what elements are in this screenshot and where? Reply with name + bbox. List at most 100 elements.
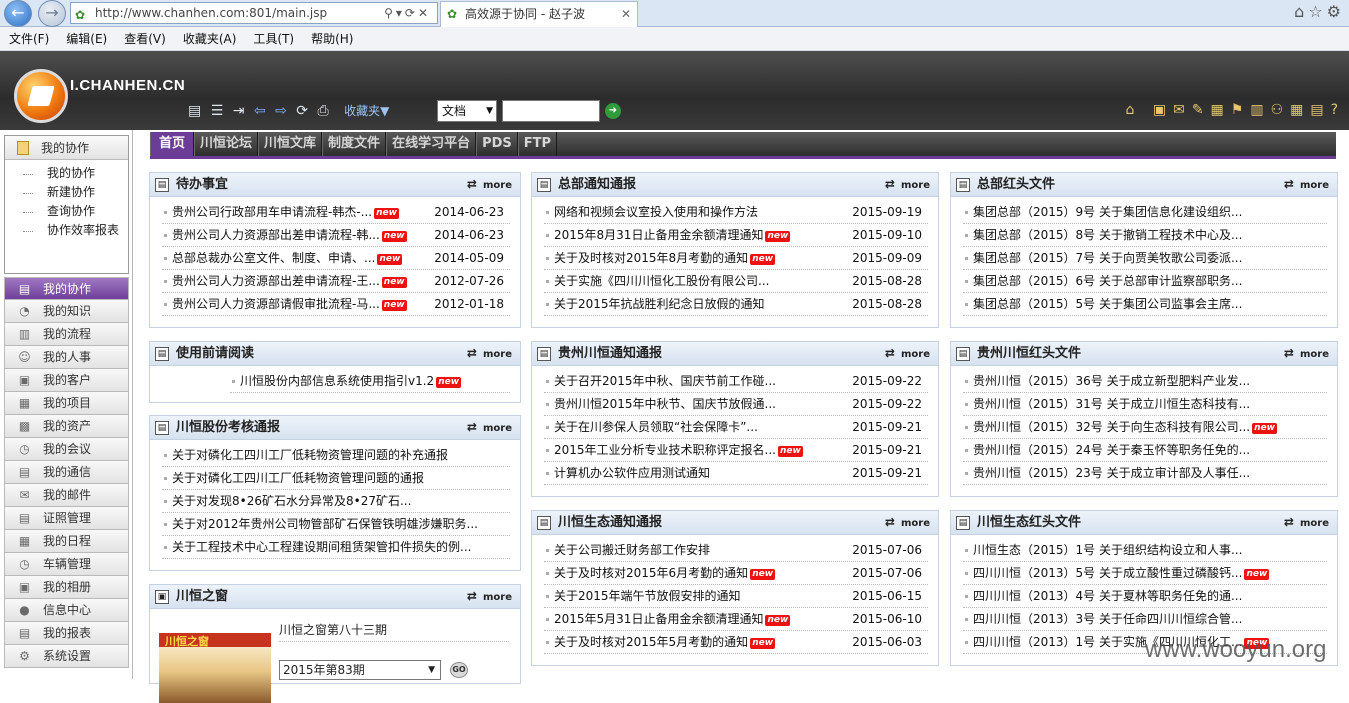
menu-item[interactable]: 帮助(H) [302, 27, 361, 51]
list-item-title[interactable]: 关于在川参保人员领取“社会保障卡”... [554, 420, 758, 434]
list-item-title[interactable]: 贵州川恒（2015）32号 关于向生态科技有限公司... [973, 420, 1250, 434]
list-item-title[interactable]: 川恒生态（2015）1号 关于组织结构设立和人事... [973, 543, 1242, 557]
nav-tab[interactable]: 首页 [150, 132, 195, 156]
back-arrow-icon[interactable]: ⇦ [254, 103, 266, 119]
search-go-icon[interactable]: ➜ [605, 103, 621, 119]
sidebar-item[interactable]: ◔ 我的知识 [4, 300, 129, 323]
list-item[interactable]: 关于2015年端午节放假安排的通知 2015-06-15 [544, 585, 928, 608]
detail-view-icon[interactable]: ☰ [211, 103, 224, 119]
tree-item-collab-report[interactable]: 协作效率报表 [23, 221, 128, 240]
sidebar-item[interactable]: ⚙ 系统设置 [4, 645, 129, 668]
list-item[interactable]: 关于召开2015年中秋、国庆节前工作碰... 2015-09-22 [544, 370, 928, 393]
list-item[interactable]: 关于及时核对2015年8月考勤的通知 new 2015-09-09 [544, 247, 928, 270]
list-item-title[interactable]: 关于对2012年贵州公司物管部矿石保管铁明雄涉嫌职务... [172, 517, 478, 531]
search-input[interactable] [502, 100, 600, 122]
list-item[interactable]: 四川川恒（2013）4号 关于夏林等职务任免的通... [963, 585, 1327, 608]
list-item-title[interactable]: 贵州公司人力资源部请假审批流程-马... [172, 297, 380, 311]
sidebar-item[interactable]: ▣ 我的客户 [4, 369, 129, 392]
nav-tab[interactable]: 川恒文库 [258, 132, 323, 156]
list-item-title[interactable]: 关于2015年端午节放假安排的通知 [554, 589, 741, 603]
more-link[interactable]: ⇄ more [1284, 511, 1329, 535]
back-button[interactable]: ← [4, 0, 32, 27]
list-item[interactable]: 贵州公司人力资源部出差申请流程-韩... new 2014-06-23 [162, 224, 510, 247]
list-item-title[interactable]: 2015年工业分析专业技术职称评定报名... [554, 443, 776, 457]
list-item-title[interactable]: 集团总部（2015）9号 关于集团信息化建设组织... [973, 205, 1242, 219]
sidebar-item[interactable]: ✉ 我的邮件 [4, 484, 129, 507]
list-item[interactable]: 总部总裁办公室文件、制度、申请、... new 2014-05-09 [162, 247, 510, 270]
list-item[interactable]: 四川川恒（2013）5号 关于成立酸性重过磷酸钙... new [963, 562, 1327, 585]
list-item[interactable]: 关于对发现8•26矿石水分异常及8•27矿石... [162, 490, 510, 513]
list-item[interactable]: 关于对2012年贵州公司物管部矿石保管铁明雄涉嫌职务... [162, 513, 510, 536]
sidebar-item[interactable]: ▩ 我的资产 [4, 415, 129, 438]
nav-tab[interactable]: FTP [517, 132, 558, 156]
list-item[interactable]: 关于及时核对2015年6月考勤的通知 new 2015-07-06 [544, 562, 928, 585]
list-item[interactable]: 川恒生态（2015）1号 关于组织结构设立和人事... [963, 539, 1327, 562]
more-link[interactable]: ⇄ more [467, 416, 512, 440]
list-item-title[interactable]: 贵州川恒（2015）31号 关于成立川恒生态科技有... [973, 397, 1250, 411]
list-item-title[interactable]: 关于召开2015年中秋、国庆节前工作碰... [554, 374, 776, 388]
refresh-icon[interactable]: ⟳ [296, 103, 308, 119]
list-item-title[interactable]: 关于对磷化工四川工厂低耗物资管理问题的通报 [172, 471, 424, 485]
menu-item[interactable]: 收藏夹(A) [174, 27, 245, 51]
nav-tab[interactable]: PDS [476, 132, 518, 156]
doc-type-select[interactable]: 文档 ▼ [437, 100, 497, 122]
list-item[interactable]: 贵州公司人力资源部请假审批流程-马... new 2012-01-18 [162, 293, 510, 316]
nav-tab[interactable]: 制度文件 [322, 132, 387, 156]
issue-go-button[interactable]: GO [450, 662, 468, 678]
list-item[interactable]: 关于及时核对2015年5月考勤的通知 new 2015-06-03 [544, 631, 928, 654]
header-shortcut-icons[interactable]: ⌂ ▣✉✎▦⚑▥⚇▦▤? [1126, 102, 1345, 118]
list-item-title[interactable]: 贵州川恒（2015）23号 关于成立审计部及人事任... [973, 466, 1250, 480]
sidebar-item[interactable]: ▦ 我的日程 [4, 530, 129, 553]
list-item[interactable]: 集团总部（2015）8号 关于撤销工程技术中心及... [963, 224, 1327, 247]
tab-close-icon[interactable]: ✕ [621, 2, 631, 26]
list-item-title[interactable]: 关于2015年抗战胜利纪念日放假的通知 [554, 297, 765, 311]
sidebar-box-header[interactable]: 我的协作 [5, 136, 128, 160]
list-item[interactable]: 四川川恒（2013）3号 关于任命四川川恒综合管... [963, 608, 1327, 631]
issue-select[interactable]: 2015年第83期 ▼ [279, 660, 441, 680]
list-item[interactable]: 集团总部（2015）5号 关于集团公司监事会主席... [963, 293, 1327, 316]
list-item-title[interactable]: 2015年5月31日止备用金余额清理通知 [554, 612, 763, 626]
list-item-title[interactable]: 四川川恒（2013）4号 关于夏林等职务任免的通... [973, 589, 1242, 603]
list-item[interactable]: 集团总部（2015）6号 关于总部审计监察部职务... [963, 270, 1327, 293]
sidebar-item[interactable]: ▤ 我的协作 [4, 277, 129, 300]
list-item[interactable]: 关于实施《四川川恒化工股份有限公司... 2015-08-28 [544, 270, 928, 293]
more-link[interactable]: ⇄ more [1284, 342, 1329, 366]
sidebar-item[interactable]: ▣ 我的相册 [4, 576, 129, 599]
list-item[interactable]: 贵州川恒（2015）32号 关于向生态科技有限公司... new [963, 416, 1327, 439]
browser-tab[interactable]: ✿ 高效源于协同 - 赵子波 ✕ [440, 1, 638, 27]
list-item[interactable]: 2015年工业分析专业技术职称评定报名... new 2015-09-21 [544, 439, 928, 462]
list-item-title[interactable]: 关于实施《四川川恒化工股份有限公司... [554, 274, 769, 288]
list-item-title[interactable]: 2015年8月31日止备用金余额清理通知 [554, 228, 763, 242]
address-controls-icon[interactable]: ⚲▾⟳✕ [384, 3, 431, 23]
list-item-title[interactable]: 四川川恒（2013）5号 关于成立酸性重过磷酸钙... [973, 566, 1242, 580]
list-item[interactable]: 关于工程技术中心工程建设期间租赁架管扣件损失的例... [162, 536, 510, 559]
list-item[interactable]: 贵州公司行政部用车申请流程-韩杰-... new 2014-06-23 [162, 201, 510, 224]
favorites-dropdown[interactable]: 收藏夹▼ [344, 104, 389, 118]
list-item-title[interactable]: 贵州川恒（2015）24号 关于秦玉怀等职务任免的... [973, 443, 1250, 457]
list-item-title[interactable]: 四川川恒（2013）3号 关于任命四川川恒综合管... [973, 612, 1242, 626]
list-item-title[interactable]: 川恒股份内部信息系统使用指引v1.2 [240, 374, 434, 388]
sidebar-item[interactable]: ◷ 我的会议 [4, 438, 129, 461]
nav-tab[interactable]: 在线学习平台 [386, 132, 477, 156]
list-item-title[interactable]: 关于及时核对2015年5月考勤的通知 [554, 635, 748, 649]
more-link[interactable]: ⇄ more [1284, 173, 1329, 197]
list-item[interactable]: 2015年5月31日止备用金余额清理通知 new 2015-06-10 [544, 608, 928, 631]
list-item-title[interactable]: 关于对发现8•26矿石水分异常及8•27矿石... [172, 494, 411, 508]
list-item-title[interactable]: 贵州川恒（2015）36号 关于成立新型肥料产业发... [973, 374, 1250, 388]
more-link[interactable]: ⇄ more [467, 342, 512, 366]
menu-item[interactable]: 查看(V) [115, 27, 174, 51]
tree-item-new-collab[interactable]: 新建协作 [23, 183, 128, 202]
more-link[interactable]: ⇄ more [885, 173, 930, 197]
list-item-title[interactable]: 集团总部（2015）5号 关于集团公司监事会主席... [973, 297, 1242, 311]
list-item[interactable]: 贵州川恒2015年中秋节、国庆节放假通... 2015-09-22 [544, 393, 928, 416]
nav-tab[interactable]: 川恒论坛 [194, 132, 259, 156]
more-link[interactable]: ⇄ more [885, 342, 930, 366]
sidebar-item[interactable]: ● 信息中心 [4, 599, 129, 622]
list-item[interactable]: 关于2015年抗战胜利纪念日放假的通知 2015-08-28 [544, 293, 928, 316]
sidebar-item[interactable]: ▤ 我的报表 [4, 622, 129, 645]
list-item-title[interactable]: 贵州公司人力资源部出差申请流程-韩... [172, 228, 380, 242]
sidebar-item[interactable]: ▥ 我的流程 [4, 323, 129, 346]
list-item-title[interactable]: 关于及时核对2015年8月考勤的通知 [554, 251, 748, 265]
list-item-title[interactable]: 贵州公司行政部用车申请流程-韩杰-... [172, 205, 372, 219]
menu-item[interactable]: 文件(F) [0, 27, 57, 51]
